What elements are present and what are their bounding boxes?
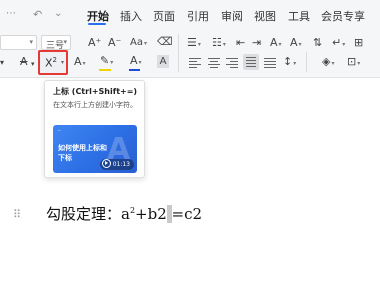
- chevron-down-icon: ▾: [60, 59, 64, 66]
- video-duration-badge[interactable]: 01:13: [99, 159, 134, 170]
- tab-review[interactable]: 审阅: [221, 8, 243, 24]
- tab-underline: [88, 23, 106, 25]
- group-divider: [178, 34, 179, 72]
- video-duration: 01:13: [112, 161, 130, 168]
- tab-page[interactable]: 页面: [153, 8, 175, 24]
- chevron-down-icon[interactable]: ⌄: [54, 8, 62, 19]
- ribbon: ⋯ ↶ ⌄ 开始 插入 页面 引用 审阅 视图 工具 会员专享 ▾ 三号 ▾ A…: [0, 0, 380, 78]
- font-name-combo[interactable]: ▾: [0, 35, 37, 50]
- align-right-button[interactable]: [226, 56, 238, 68]
- increase-indent-button[interactable]: ⇥: [252, 36, 261, 50]
- justify-button[interactable]: [243, 54, 259, 70]
- align-center-button[interactable]: [208, 56, 220, 68]
- asian-layout-button[interactable]: A▾: [290, 36, 302, 52]
- decrease-indent-button[interactable]: ⇤: [236, 36, 245, 50]
- shading-button[interactable]: ◈▾: [322, 55, 334, 71]
- chevron-down-icon: ▾: [29, 38, 33, 46]
- ribbon-divider: [0, 77, 380, 78]
- superscript-label: X2: [45, 56, 58, 70]
- superscript-tooltip: 上标 (Ctrl+Shift+=) 在文本行上方创建小字符。 — 如何使用上标和…: [44, 80, 145, 178]
- chevron-down-icon: ▾: [63, 38, 67, 46]
- chevron-down-icon[interactable]: ▾: [31, 57, 35, 71]
- video-tag: —: [57, 128, 61, 133]
- doc-text: =c2: [171, 205, 203, 223]
- drag-handle-icon[interactable]: ⠿: [13, 209, 21, 220]
- sort-button[interactable]: ⇅: [313, 36, 322, 50]
- table-button[interactable]: ⊞: [354, 36, 363, 50]
- change-case-button[interactable]: Aa▾: [130, 36, 147, 51]
- highlight-color-bar: [99, 69, 111, 71]
- grow-font-button[interactable]: A⁺: [88, 36, 101, 50]
- tooltip-title: 上标 (Ctrl+Shift+=): [53, 87, 138, 96]
- doc-text: +b2: [135, 205, 167, 223]
- more-icon[interactable]: ⋯: [6, 8, 16, 19]
- distribute-button[interactable]: [264, 56, 276, 68]
- tab-member[interactable]: 会员专享: [321, 8, 365, 24]
- undo-icon[interactable]: ↶: [33, 8, 42, 21]
- tab-home[interactable]: 开始: [87, 8, 109, 24]
- document-paragraph[interactable]: 勾股定理：a2+b2 =c2: [46, 203, 202, 224]
- tab-tools[interactable]: 工具: [288, 8, 310, 24]
- font-color-button[interactable]: A▾: [130, 54, 142, 70]
- numbered-list-button[interactable]: ☷▾: [212, 36, 226, 52]
- font-size-combo[interactable]: 三号 ▾: [41, 35, 71, 51]
- shrink-font-button[interactable]: A⁻: [108, 36, 121, 50]
- tab-reference[interactable]: 引用: [187, 8, 209, 24]
- tab-view[interactable]: 视图: [254, 8, 276, 24]
- eraser-icon[interactable]: ⌫: [157, 35, 173, 49]
- doc-text: 勾股定理：a: [46, 205, 130, 223]
- superscript-button[interactable]: X2 ▾: [38, 50, 68, 75]
- chinese-layout-button[interactable]: A▾: [270, 36, 282, 52]
- group-divider: [306, 52, 307, 72]
- border-button[interactable]: ⊡▾: [347, 55, 360, 71]
- char-shading-button[interactable]: A: [157, 55, 169, 68]
- strikethrough-button[interactable]: A: [20, 55, 28, 69]
- play-icon: [101, 159, 111, 168]
- bullet-list-button[interactable]: ☰▾: [187, 36, 201, 52]
- chevron-down-icon[interactable]: ▾: [0, 56, 4, 70]
- line-spacing-button[interactable]: ↕▾: [283, 55, 296, 71]
- align-left-button[interactable]: [189, 56, 201, 68]
- tooltip-description: 在文本行上方创建小字符。: [53, 101, 137, 109]
- tutorial-video[interactable]: — 如何使用上标和下标 A 01:13: [53, 125, 137, 173]
- tab-insert[interactable]: 插入: [120, 8, 142, 24]
- show-marks-button[interactable]: ↵▾: [332, 36, 345, 52]
- text-effect-button[interactable]: A▾: [74, 55, 86, 71]
- highlight-icon[interactable]: ✎▾: [100, 54, 113, 70]
- font-color-bar: [129, 69, 140, 71]
